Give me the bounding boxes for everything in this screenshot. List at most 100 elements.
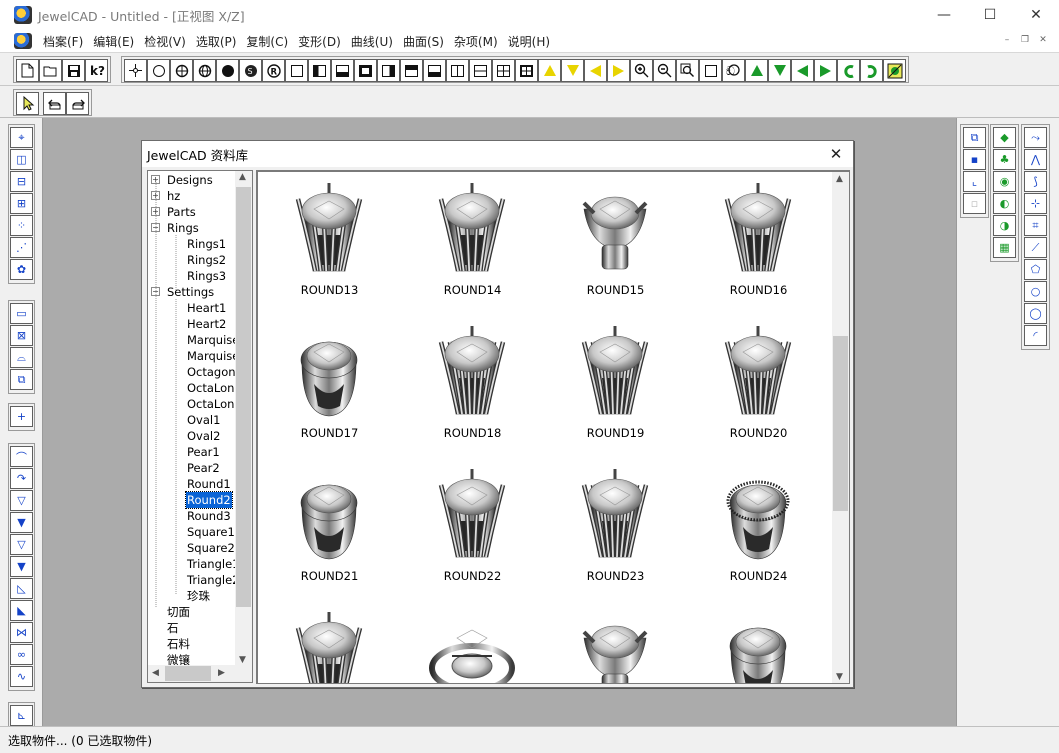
mdi-restore-button[interactable]: ❐	[1017, 33, 1033, 47]
curve-arc-icon[interactable]: ◜	[1024, 325, 1047, 346]
tree-item[interactable]: Settings	[166, 284, 215, 300]
box-select-icon[interactable]: ▭	[10, 303, 33, 324]
tree-item[interactable]: Pear1	[186, 444, 221, 460]
shear-icon[interactable]: ◺	[10, 578, 33, 599]
tree-hscroll-thumb[interactable]	[165, 666, 211, 681]
tree-item[interactable]: Marquise1	[186, 332, 236, 348]
gem-mount-icon[interactable]: ♣	[993, 149, 1016, 170]
crosshair-icon[interactable]	[124, 59, 147, 82]
tree-scroll-thumb[interactable]	[236, 187, 251, 607]
tree-vertical-scrollbar[interactable]: ▲ ▼	[235, 171, 252, 666]
hull-icon[interactable]: ⌓	[10, 347, 33, 368]
tree-item-selected[interactable]: Round2	[185, 491, 233, 509]
tree-horizontal-scrollbar[interactable]: ◀ ▶	[148, 665, 252, 682]
tree-item[interactable]: 石	[166, 620, 180, 636]
gallery-item[interactable]: ROUND15	[544, 176, 687, 319]
circle-cross-icon[interactable]	[170, 59, 193, 82]
tree-item[interactable]: OctaLong	[186, 380, 236, 396]
zoom-in-icon[interactable]	[630, 59, 653, 82]
gallery-item[interactable]: ROUND19	[544, 319, 687, 462]
gallery-scroll-down-icon[interactable]: ▼	[836, 672, 843, 682]
redo-icon[interactable]	[66, 92, 89, 115]
tree-item[interactable]: Oval1	[186, 412, 221, 428]
scroll-left-icon[interactable]: ◀	[152, 668, 159, 678]
circle-array-icon[interactable]: ✿	[10, 259, 33, 280]
gallery-item[interactable]: ROUND22	[401, 462, 544, 605]
gallery-item[interactable]: ROUND18	[401, 319, 544, 462]
gallery-item[interactable]	[544, 605, 687, 683]
taper-bold-icon[interactable]: ▼	[10, 512, 33, 533]
tree-item[interactable]: 珍珠	[186, 588, 211, 604]
select-pointer-icon[interactable]	[16, 92, 39, 115]
undo-icon[interactable]	[43, 92, 66, 115]
close-button[interactable]: ✕	[1013, 0, 1059, 30]
document-icon[interactable]	[14, 33, 32, 49]
menu-deform[interactable]: 变形(D)	[293, 33, 346, 50]
gallery-item[interactable]: ROUND13	[258, 176, 401, 319]
taper-icon[interactable]: ▽	[10, 534, 33, 555]
tree-item[interactable]: Parts	[166, 204, 197, 220]
curve-circle-large-icon[interactable]: ◯	[1024, 303, 1047, 324]
dialog-close-button[interactable]: ✕	[825, 143, 847, 165]
gallery-item[interactable]: ROUND20	[687, 319, 830, 462]
twist-icon[interactable]: ↷	[10, 468, 33, 489]
tree-item[interactable]: Octagon	[186, 364, 236, 380]
green-down-arrow-icon[interactable]	[768, 59, 791, 82]
tree-item[interactable]: Rings3	[186, 268, 227, 284]
gem-grid-icon[interactable]: ▦	[993, 237, 1016, 258]
menu-view[interactable]: 检视(V)	[139, 33, 191, 50]
tree-item[interactable]: Heart1	[186, 300, 227, 316]
tree-expander-icon[interactable]: +	[151, 207, 160, 216]
gallery-item[interactable]: ROUND17	[258, 319, 401, 462]
gallery-item[interactable]	[687, 605, 830, 683]
gallery-item[interactable]	[401, 605, 544, 683]
menu-copy[interactable]: 复制(C)	[241, 33, 293, 50]
curve-circle-icon[interactable]: ○	[1024, 281, 1047, 302]
align-icon[interactable]: ⊟	[10, 171, 33, 192]
axis-icon[interactable]: ⊾	[10, 705, 33, 726]
box-cross-icon[interactable]: ⊠	[10, 325, 33, 346]
render-sphere-icon[interactable]: S	[239, 59, 262, 82]
scroll-up-icon[interactable]: ▲	[239, 172, 246, 182]
bend-icon[interactable]: ⌒	[10, 446, 33, 467]
yellow-down-arrow-icon[interactable]	[561, 59, 584, 82]
gallery-scroll-up-icon[interactable]: ▲	[836, 174, 843, 184]
view-left-icon[interactable]	[308, 59, 331, 82]
curve-polygon-icon[interactable]: ⬠	[1024, 259, 1047, 280]
menu-surface[interactable]: 曲面(S)	[398, 33, 449, 50]
tree-item[interactable]: Rings	[166, 220, 200, 236]
view-frame-icon[interactable]	[354, 59, 377, 82]
mdi-minimize-button[interactable]: –	[999, 33, 1015, 47]
layers-icon[interactable]: ⧉	[963, 127, 986, 148]
curve-mirror-icon[interactable]: ⟆	[1024, 171, 1047, 192]
green-right-arrow-icon[interactable]	[814, 59, 837, 82]
tree-item[interactable]: Square2	[186, 540, 236, 556]
menu-misc[interactable]: 杂项(M)	[449, 33, 503, 50]
scroll-down-icon[interactable]: ▼	[239, 655, 246, 665]
taper-filled-icon[interactable]: ▼	[10, 556, 33, 577]
menu-edit[interactable]: 编辑(E)	[88, 33, 139, 50]
menu-select[interactable]: 选取(P)	[191, 33, 242, 50]
curve-grid-icon[interactable]: ⌗	[1024, 215, 1047, 236]
bow-tie-icon[interactable]: ⋈	[10, 622, 33, 643]
gem-loft-icon[interactable]: ◑	[993, 215, 1016, 236]
disabled-tool-icon[interactable]: ▫	[963, 193, 986, 214]
scale-icon[interactable]: ⧉	[10, 369, 33, 390]
tree-item[interactable]: 石料	[166, 636, 191, 652]
rotate-left-icon[interactable]	[837, 59, 860, 82]
tree-item[interactable]: 微镶	[166, 652, 191, 666]
tree-item[interactable]: Triangle1	[186, 556, 236, 572]
mirror-icon[interactable]: ◫	[10, 149, 33, 170]
point-icon[interactable]: ▪	[963, 149, 986, 170]
corner-icon[interactable]: ⌞	[963, 171, 986, 192]
curve-node-icon[interactable]: ⊹	[1024, 193, 1047, 214]
minimize-button[interactable]: —	[921, 0, 967, 30]
rotate-right-icon[interactable]	[860, 59, 883, 82]
gallery-item[interactable]: ROUND24	[687, 462, 830, 605]
gallery-item[interactable]: ROUND23	[544, 462, 687, 605]
infinity-icon[interactable]: ∞	[10, 644, 33, 665]
single-view-icon[interactable]	[285, 59, 308, 82]
scroll-right-icon[interactable]: ▶	[218, 668, 225, 678]
gem-pipe-icon[interactable]: ◐	[993, 193, 1016, 214]
yellow-up-arrow-icon[interactable]	[538, 59, 561, 82]
